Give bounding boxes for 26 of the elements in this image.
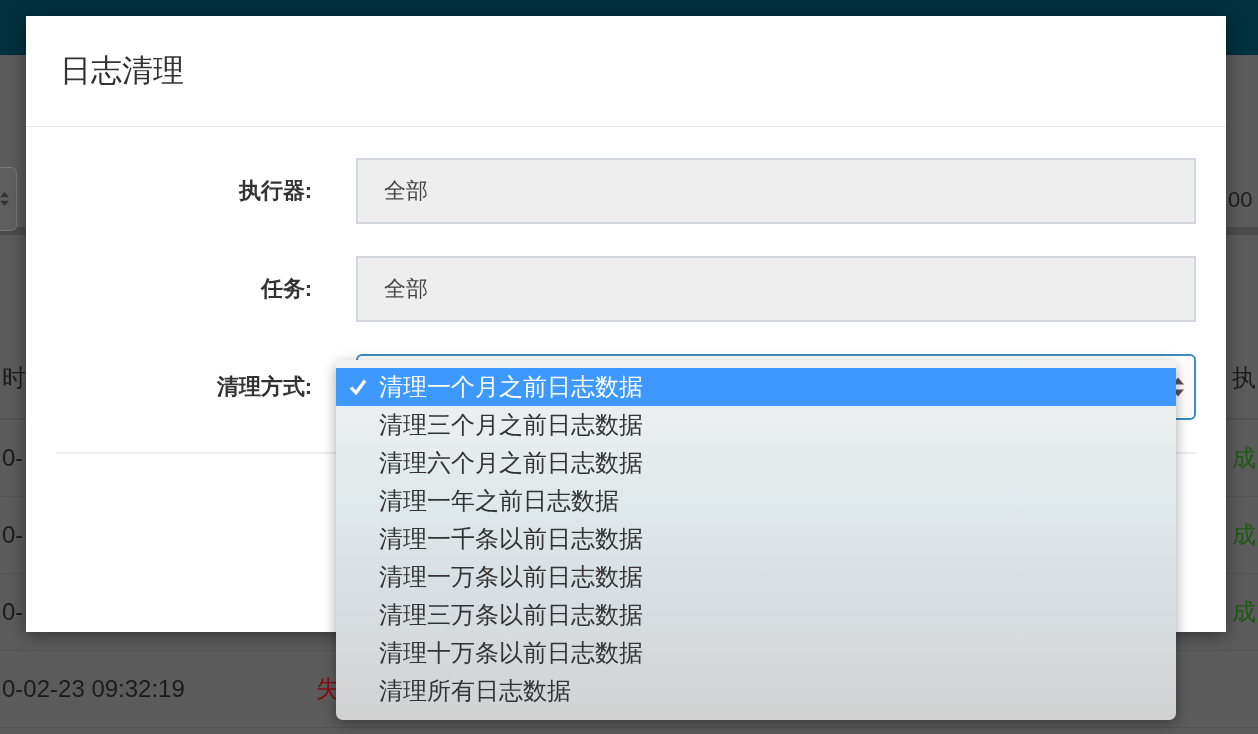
dropdown-option[interactable]: 清理三万条以前日志数据 [336,596,1176,634]
dropdown-option[interactable]: 清理所有日志数据 [336,672,1176,710]
table-cell: 成 [1232,598,1256,625]
input-field: 00 [1228,167,1258,233]
checkmark-icon [348,378,367,396]
dropdown-option[interactable]: 清理一万条以前日志数据 [336,558,1176,596]
table-cell: 成 [1232,521,1256,548]
dropdown-option[interactable]: 清理一千条以前日志数据 [336,520,1176,558]
field-label: 清理方式: [215,373,313,401]
column-header: 时 [2,364,26,391]
dialog-title: 日志清理 [60,52,184,90]
table-cell: 0- [2,444,24,471]
sort-arrows-icon [0,191,9,207]
dropdown-option[interactable]: 清理一年之前日志数据 [336,482,1176,520]
input-field[interactable]: 全部 [356,256,1196,322]
table-cell: 0-02-23 09:32:19 [2,675,185,702]
table-cell: 0- [2,598,24,625]
table-cell: 0- [2,521,24,548]
input-field[interactable]: 全部 [356,158,1196,224]
field-label: 任务: [259,275,313,303]
column-header: 执 [1232,363,1257,393]
field-label: 执行器: [237,177,313,205]
table-cell: 成 [1232,444,1256,471]
dropdown-option[interactable]: 清理十万条以前日志数据 [336,634,1176,672]
dropdown-option[interactable]: 清理三个月之前日志数据 [336,406,1176,444]
dropdown-option[interactable]: 清理六个月之前日志数据 [336,444,1176,482]
